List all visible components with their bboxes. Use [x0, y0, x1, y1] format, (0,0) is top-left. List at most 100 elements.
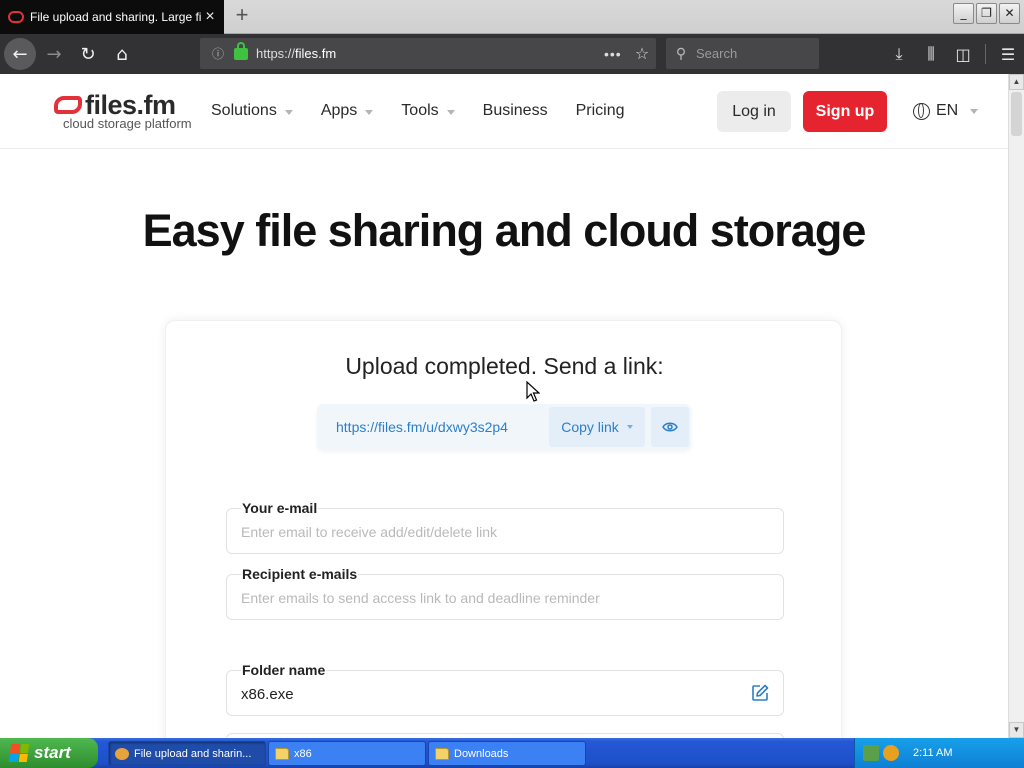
chevron-down-icon: [365, 109, 374, 115]
menu-item-label: Solutions: [211, 102, 277, 119]
copy-link-button[interactable]: Copy link: [549, 407, 645, 447]
menu-item-solutions[interactable]: Solutions: [211, 102, 293, 120]
recipient-emails-label: Recipient e-mails: [241, 566, 359, 582]
your-email-input[interactable]: [241, 521, 741, 543]
hero-title: Easy file sharing and cloud storage: [142, 205, 867, 256]
folder-icon: [275, 747, 289, 760]
close-window-button[interactable]: ✕: [999, 3, 1020, 24]
firefox-icon: [115, 747, 129, 760]
folder-icon: [435, 747, 449, 760]
scroll-up-arrow-icon[interactable]: ▲: [1009, 74, 1024, 90]
browser-search-box[interactable]: ⚲ Search: [666, 38, 819, 69]
sidebar-icon[interactable]: ◫: [947, 45, 979, 64]
search-icon: ⚲: [675, 45, 687, 61]
windows-logo-icon: [8, 744, 30, 762]
menu-icon[interactable]: ☰: [992, 45, 1024, 64]
signup-button[interactable]: Sign up: [803, 91, 887, 132]
chevron-down-icon: [446, 109, 455, 115]
windows-taskbar: start File upload and sharin... x86 Down…: [0, 738, 1024, 768]
cloud-logo-icon: [54, 96, 82, 114]
new-tab-button[interactable]: +: [230, 4, 254, 28]
browser-toolbar-right: ⤓ ⫼ ◫ ☰: [883, 38, 1024, 70]
files-fm-favicon-icon: [8, 11, 24, 23]
scroll-thumb[interactable]: [1011, 92, 1022, 136]
chevron-down-icon: [284, 109, 293, 115]
back-button[interactable]: ←: [4, 38, 36, 70]
files-fm-logo[interactable]: files.fm cloud storage platform: [52, 90, 192, 132]
taskbar-item-x86[interactable]: x86: [268, 741, 426, 766]
menu-item-label: Tools: [401, 102, 439, 119]
home-button[interactable]: ⌂: [106, 38, 138, 70]
reload-icon: ↻: [80, 43, 96, 65]
tab-close-icon[interactable]: ×: [202, 8, 218, 26]
taskbar-item-label: File upload and sharin...: [134, 747, 252, 760]
browser-tab-active[interactable]: File upload and sharing. Large file ×: [0, 0, 224, 34]
edit-icon[interactable]: [751, 684, 769, 702]
url-scheme: https://: [256, 46, 296, 61]
minimize-button[interactable]: _: [953, 3, 974, 24]
chevron-down-icon: [626, 425, 633, 429]
menu-item-business[interactable]: Business: [483, 102, 548, 120]
folder-name-input[interactable]: [241, 683, 741, 705]
preview-button[interactable]: [651, 407, 689, 447]
address-text[interactable]: https://files.fm: [256, 46, 604, 61]
taskbar-item-label: Downloads: [454, 747, 509, 760]
mouse-cursor-icon: [526, 381, 540, 402]
language-code: EN: [936, 102, 959, 119]
start-button[interactable]: start: [0, 738, 98, 768]
arrow-left-icon: ←: [12, 43, 28, 65]
browser-navigation-bar: ← → ↻ ⌂ ⓘ https://files.fm ••• ☆ ⚲ Searc…: [0, 34, 1024, 74]
page-actions-button[interactable]: •••: [604, 46, 628, 62]
your-email-label: Your e-mail: [241, 500, 319, 516]
toolbar-separator: [985, 44, 986, 64]
upload-result-card: Upload completed. Send a link: https://f…: [165, 320, 842, 738]
restore-button[interactable]: ❐: [976, 3, 997, 24]
search-placeholder: Search: [696, 46, 738, 61]
taskbar-item-downloads[interactable]: Downloads: [428, 741, 586, 766]
start-label: start: [34, 743, 71, 762]
copy-link-label: Copy link: [561, 419, 619, 435]
menu-item-tools[interactable]: Tools: [401, 102, 455, 120]
library-icon[interactable]: ⫼: [915, 44, 947, 64]
share-link-box: https://files.fm/u/dxwy3s2p4 Copy link: [317, 404, 691, 450]
menu-item-label: Apps: [320, 102, 358, 119]
menu-item-label: Pricing: [575, 102, 625, 119]
network-icon[interactable]: [863, 745, 879, 761]
url-domain: files.fm: [295, 46, 337, 61]
site-header: files.fm cloud storage platform Solution…: [0, 74, 1008, 149]
eye-icon: [662, 422, 678, 432]
taskbar-item-label: x86: [294, 747, 312, 760]
logo-tagline: cloud storage platform: [63, 116, 192, 131]
page-viewport: files.fm cloud storage platform Solution…: [0, 74, 1008, 738]
system-tray: 2:11 AM: [854, 738, 1024, 768]
bookmark-star-icon[interactable]: ☆: [628, 44, 656, 64]
clock: 2:11 AM: [913, 747, 953, 759]
address-bar[interactable]: ⓘ https://files.fm ••• ☆: [200, 38, 656, 69]
upload-status-title: Upload completed. Send a link:: [345, 353, 664, 379]
main-menu: Solutions Apps Tools Business Pricing: [211, 102, 652, 120]
search-tray-icon[interactable]: [883, 745, 899, 761]
scroll-down-arrow-icon[interactable]: ▼: [1009, 722, 1024, 738]
home-icon: ⌂: [116, 43, 128, 65]
menu-item-pricing[interactable]: Pricing: [576, 102, 625, 120]
menu-item-label: Business: [482, 102, 548, 119]
login-button[interactable]: Log in: [717, 91, 791, 132]
window-controls: _ ❐ ✕: [953, 3, 1020, 24]
download-icon[interactable]: ⤓: [883, 44, 915, 64]
folder-name-label: Folder name: [241, 662, 327, 678]
recipient-emails-input[interactable]: [241, 587, 741, 609]
secure-lock-icon: [234, 41, 248, 60]
globe-icon: [913, 102, 930, 120]
taskbar-item-firefox[interactable]: File upload and sharin...: [108, 741, 266, 766]
page-scrollbar[interactable]: ▲ ▼: [1008, 74, 1024, 738]
arrow-right-icon: →: [46, 43, 62, 65]
page-info-icon[interactable]: ⓘ: [206, 45, 230, 62]
tab-title: File upload and sharing. Large file: [30, 10, 202, 24]
browser-tab-bar: File upload and sharing. Large file × + …: [0, 0, 1024, 34]
reload-button[interactable]: ↻: [72, 38, 104, 70]
chevron-down-icon: [970, 108, 979, 114]
forward-button[interactable]: →: [38, 38, 70, 70]
menu-item-apps[interactable]: Apps: [320, 102, 374, 120]
language-selector[interactable]: EN: [913, 102, 979, 120]
share-link-url[interactable]: https://files.fm/u/dxwy3s2p4: [317, 419, 549, 435]
